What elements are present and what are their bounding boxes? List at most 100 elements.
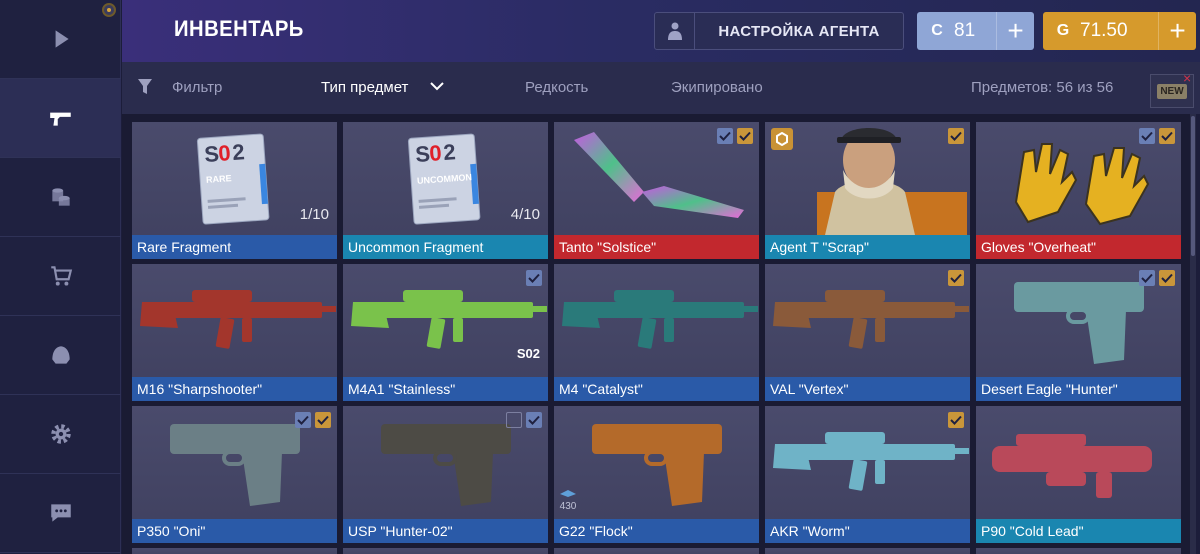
helmet-icon [51, 346, 70, 364]
equip-checks [295, 412, 331, 428]
inventory-item-partial[interactable] [765, 548, 970, 554]
checkmark-icon [717, 128, 733, 144]
inventory-item[interactable]: AKR "Worm" [765, 406, 970, 543]
close-icon[interactable]: × [1183, 70, 1191, 86]
sidebar-item-play[interactable] [0, 0, 121, 79]
item-name: VAL "Vertex" [765, 377, 970, 401]
inventory-item[interactable]: 430 G22 "Flock" [554, 406, 759, 543]
svg-text:2: 2 [231, 139, 245, 165]
item-name: Desert Eagle "Hunter" [976, 377, 1181, 401]
item-name: M4 "Catalyst" [554, 377, 759, 401]
item-name: P90 "Cold Lead" [976, 519, 1181, 543]
checkmark-icon [1159, 270, 1175, 286]
filter-bar: Фильтр Тип предмет Редкость Экипировано … [122, 62, 1200, 114]
silver-coin-icon: C [931, 22, 943, 39]
inventory-item-partial[interactable] [554, 548, 759, 554]
inventory-item[interactable]: Agent T "Scrap" [765, 122, 970, 259]
sidebar-item-settings[interactable] [0, 395, 121, 474]
silver-currency: C 81 + [917, 12, 1034, 50]
filter-label[interactable]: Фильтр [172, 79, 222, 96]
checkmark-icon [526, 412, 542, 428]
inventory-item-partial[interactable] [976, 548, 1181, 554]
fragment-label: RARE [205, 173, 232, 185]
checkmark-icon [1139, 270, 1155, 286]
inventory-item[interactable]: VAL "Vertex" [765, 264, 970, 401]
equip-checks [1139, 128, 1175, 144]
inventory-item-partial[interactable] [343, 548, 548, 554]
equip-checks [948, 270, 964, 286]
agent-settings-button[interactable]: НАСТРОЙКА АГЕНТА [654, 12, 904, 50]
agent-badge-icon [771, 128, 793, 150]
item-name: M4A1 "Stainless" [343, 377, 548, 401]
agent-icon [655, 13, 695, 49]
fragment-count: 4/10 [510, 206, 540, 223]
gold-currency: G 71.50 + [1043, 12, 1196, 50]
inventory-item[interactable]: S 0 2 RARE 1/10 Rare Fragment [132, 122, 337, 259]
header: ИНВЕНТАРЬ НАСТРОЙКА АГЕНТА C 81 + G 71.5… [122, 0, 1200, 62]
inventory-grid: S 0 2 RARE 1/10 Rare Fragment S 0 2 UNCOMM… [122, 114, 1190, 554]
inventory-item[interactable]: P90 "Cold Lead" [976, 406, 1181, 543]
item-name: Agent T "Scrap" [765, 235, 970, 259]
filter-icon[interactable] [137, 78, 153, 96]
play-icon [55, 30, 69, 48]
item-name: AKR "Worm" [765, 519, 970, 543]
equip-checks [1139, 270, 1175, 286]
checkmark-icon [506, 412, 522, 428]
coins-icon [51, 188, 70, 206]
inventory-item[interactable]: S 0 2 UNCOMMON 4/10 Uncommon Fragment [343, 122, 548, 259]
add-gold-button[interactable]: + [1158, 12, 1196, 50]
checkmark-icon [315, 412, 331, 428]
inventory-item[interactable]: P350 "Oni" [132, 406, 337, 543]
item-name: Rare Fragment [132, 235, 337, 259]
inventory-item[interactable]: Gloves "Overheat" [976, 122, 1181, 259]
svg-text:0: 0 [428, 140, 442, 166]
sidebar-item-clan[interactable] [0, 316, 121, 395]
chevron-down-icon[interactable] [430, 81, 444, 91]
checkmark-icon [1139, 128, 1155, 144]
checkmark-icon [948, 412, 964, 428]
checkmark-icon [295, 412, 311, 428]
svg-text:2: 2 [442, 139, 456, 165]
inventory-item[interactable]: S02 M4A1 "Stainless" [343, 264, 548, 401]
sidebar-item-shop[interactable] [0, 237, 121, 316]
add-silver-button[interactable]: + [996, 12, 1034, 50]
type-filter-dropdown[interactable]: Тип предмет [321, 79, 408, 96]
svg-text:0: 0 [217, 140, 231, 166]
inventory-item-partial[interactable] [132, 548, 337, 554]
inventory-item[interactable]: Tanto "Solstice" [554, 122, 759, 259]
season-tag: S02 [516, 346, 540, 361]
item-name: G22 "Flock" [554, 519, 759, 543]
inventory-item[interactable]: M16 "Sharpshooter" [132, 264, 337, 401]
inventory-item[interactable]: Desert Eagle "Hunter" [976, 264, 1181, 401]
equipped-filter[interactable]: Экипировано [671, 79, 763, 96]
stack-count: 430 [559, 488, 577, 512]
equip-checks [948, 412, 964, 428]
gear-icon [50, 424, 71, 444]
gold-balance: 71.50 [1080, 20, 1128, 41]
item-name: Tanto "Solstice" [554, 235, 759, 259]
sidebar-item-inventory[interactable] [0, 79, 121, 158]
item-name: P350 "Oni" [132, 519, 337, 543]
equip-checks [948, 128, 964, 144]
chat-icon [50, 504, 71, 522]
sidebar [0, 0, 121, 554]
inventory-item[interactable]: M4 "Catalyst" [554, 264, 759, 401]
inventory-item[interactable]: USP "Hunter-02" [343, 406, 548, 543]
checkmark-icon [526, 270, 542, 286]
scrollbar-thumb[interactable] [1191, 116, 1195, 256]
equip-checks [506, 412, 542, 428]
silver-balance: 81 [954, 20, 976, 41]
sidebar-item-coins[interactable] [0, 158, 121, 237]
page-title: ИНВЕНТАРЬ [174, 16, 304, 41]
checkmark-icon [1159, 128, 1175, 144]
fragment-count: 1/10 [299, 206, 329, 223]
rarity-filter[interactable]: Редкость [525, 79, 588, 96]
checkmark-icon [948, 270, 964, 286]
item-name: Gloves "Overheat" [976, 235, 1181, 259]
agent-settings-label: НАСТРОЙКА АГЕНТА [718, 22, 880, 40]
pistol-icon [49, 112, 71, 126]
item-count: Предметов: 56 из 56 [971, 79, 1114, 96]
sidebar-item-chat[interactable] [0, 474, 121, 553]
checkmark-icon [948, 128, 964, 144]
item-name: M16 "Sharpshooter" [132, 377, 337, 401]
